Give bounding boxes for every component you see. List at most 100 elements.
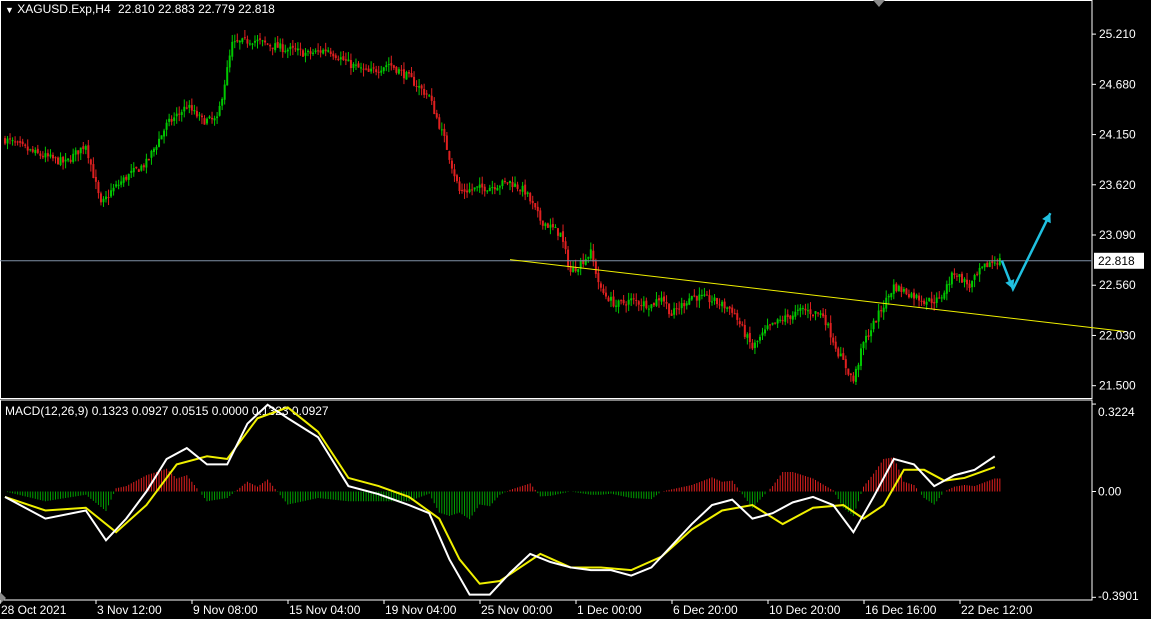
candle-body	[79, 147, 82, 154]
candle-body	[259, 38, 262, 40]
candle-body	[577, 269, 580, 272]
candle-body	[915, 294, 918, 298]
candle-body	[253, 40, 256, 43]
candle-body	[84, 146, 87, 150]
price-tick-label: 21.500	[1099, 379, 1136, 393]
candle-body	[940, 297, 943, 299]
candle-body	[526, 192, 529, 195]
candle-body	[758, 336, 761, 341]
candle-body	[349, 60, 352, 69]
candle-body	[180, 112, 183, 115]
candle-body	[536, 206, 539, 212]
candle-body	[448, 151, 451, 160]
candle-body	[998, 258, 1001, 265]
candle-body	[203, 118, 206, 125]
candle-body	[486, 190, 489, 192]
candle-body	[223, 84, 226, 100]
candle-body	[610, 296, 612, 301]
candle-body	[34, 150, 37, 154]
candle-body	[155, 146, 158, 150]
candle-body	[334, 55, 337, 59]
candle-body	[511, 182, 514, 188]
candle-body	[635, 299, 638, 301]
candle-body	[748, 332, 751, 343]
candle-body	[875, 320, 878, 323]
candle-body	[271, 47, 274, 49]
candle-body	[971, 280, 974, 288]
candle-body	[955, 275, 958, 277]
candle-body	[92, 164, 95, 178]
candle-body	[418, 86, 421, 88]
candle-body	[150, 150, 153, 158]
candle-body	[958, 274, 961, 277]
candle-body	[880, 310, 883, 312]
candle-body	[509, 180, 511, 184]
candle-body	[445, 135, 448, 150]
candle-body	[160, 135, 163, 140]
candle-body	[488, 187, 491, 192]
candle-body	[74, 150, 77, 155]
candle-body	[867, 335, 870, 337]
candle-body	[246, 39, 249, 44]
candle-body	[675, 308, 678, 310]
candle-body	[339, 57, 342, 60]
candle-body	[236, 40, 239, 42]
candle-body	[170, 119, 173, 122]
candle-body	[705, 294, 708, 296]
candle-body	[587, 257, 590, 259]
candle-body	[988, 262, 991, 267]
candle-body	[945, 284, 948, 294]
time-tick-label: 6 Dec 20:00	[673, 603, 738, 617]
candle-body	[769, 324, 772, 326]
chart-window[interactable]: ▼ XAGUSD.Exp,H4 22.810 22.883 22.779 22.…	[0, 0, 1151, 619]
candle-body	[746, 334, 749, 338]
candle-body	[145, 158, 148, 168]
candle-body	[521, 185, 524, 192]
trendline	[509, 259, 1127, 333]
candle-body	[554, 227, 557, 229]
candle-body	[711, 301, 713, 303]
candle-body	[753, 342, 756, 349]
candle-body	[928, 297, 931, 302]
macd-pane-border	[0, 399, 1093, 601]
candle-body	[241, 38, 244, 43]
candle-body	[173, 117, 176, 122]
candle-body	[693, 295, 696, 297]
candle-body	[112, 187, 115, 192]
candle-body	[11, 140, 14, 142]
candle-body	[622, 299, 625, 304]
candle-body	[226, 67, 229, 86]
candle-body	[589, 249, 592, 259]
candle-body	[435, 113, 438, 118]
candle-body	[370, 68, 373, 72]
candle-body	[415, 85, 418, 87]
candle-body	[529, 193, 532, 202]
candle-body	[607, 297, 610, 302]
candle-body	[625, 304, 628, 306]
candle-body	[716, 298, 719, 305]
candle-body	[387, 64, 390, 66]
candle-body	[357, 63, 360, 68]
candle-body	[771, 322, 774, 325]
candle-body	[97, 182, 100, 194]
candle-body	[756, 340, 759, 342]
candle-body	[94, 176, 97, 182]
candle-body	[766, 325, 769, 329]
candle-body	[135, 166, 138, 169]
candle-body	[208, 116, 211, 119]
time-tick-label: 22 Dec 12:00	[961, 603, 1033, 617]
candle-body	[774, 322, 777, 324]
candle-body	[200, 115, 203, 118]
time-tick-label: 3 Nov 12:00	[97, 603, 162, 617]
candle-body	[4, 138, 6, 144]
candle-body	[806, 310, 809, 312]
candle-body	[799, 307, 802, 311]
candle-body	[991, 261, 994, 263]
candle-body	[458, 181, 461, 192]
macd-tick-label: 0.00	[1098, 485, 1122, 499]
chart-canvas[interactable]: 25.210 24.680 24.150 23.620 23.090 22.560 22.0…	[0, 0, 1151, 619]
candle-body	[882, 307, 885, 313]
candle-body	[546, 223, 549, 228]
candle-body	[847, 368, 850, 375]
candle-body	[430, 95, 433, 101]
